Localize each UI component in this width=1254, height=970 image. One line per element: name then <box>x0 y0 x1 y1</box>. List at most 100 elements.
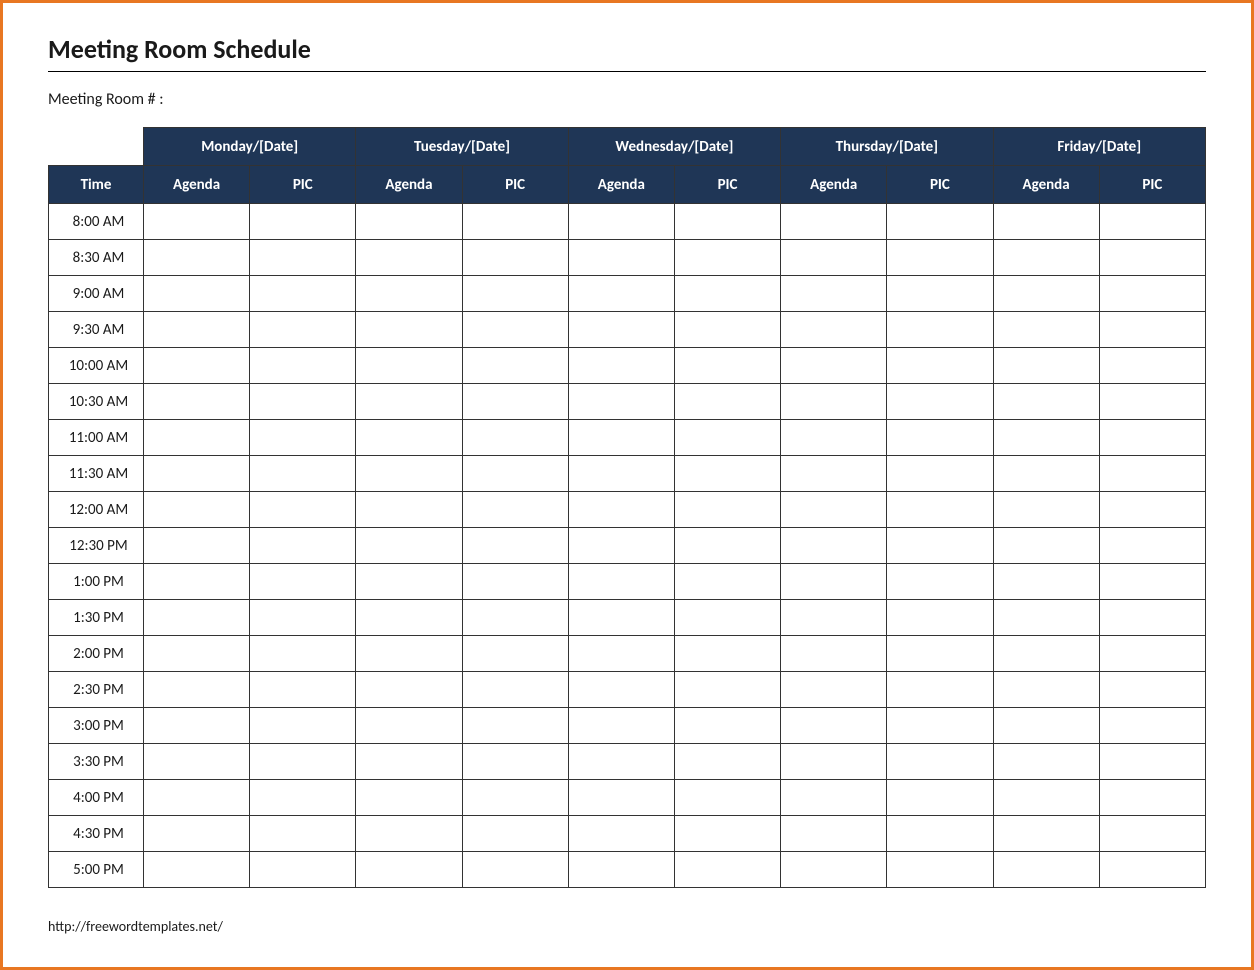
agenda-cell[interactable] <box>993 492 1099 528</box>
agenda-cell[interactable] <box>568 744 674 780</box>
agenda-cell[interactable] <box>993 852 1099 888</box>
agenda-cell[interactable] <box>781 708 887 744</box>
agenda-cell[interactable] <box>568 312 674 348</box>
pic-cell[interactable] <box>250 456 356 492</box>
agenda-cell[interactable] <box>356 780 462 816</box>
agenda-cell[interactable] <box>993 384 1099 420</box>
pic-cell[interactable] <box>1099 348 1205 384</box>
agenda-cell[interactable] <box>781 420 887 456</box>
agenda-cell[interactable] <box>144 852 250 888</box>
pic-cell[interactable] <box>1099 708 1205 744</box>
pic-cell[interactable] <box>462 384 568 420</box>
pic-cell[interactable] <box>462 204 568 240</box>
pic-cell[interactable] <box>1099 240 1205 276</box>
pic-cell[interactable] <box>887 276 993 312</box>
agenda-cell[interactable] <box>356 312 462 348</box>
pic-cell[interactable] <box>674 312 780 348</box>
agenda-cell[interactable] <box>993 456 1099 492</box>
agenda-cell[interactable] <box>356 384 462 420</box>
pic-cell[interactable] <box>887 708 993 744</box>
pic-cell[interactable] <box>1099 492 1205 528</box>
agenda-cell[interactable] <box>568 492 674 528</box>
agenda-cell[interactable] <box>568 240 674 276</box>
agenda-cell[interactable] <box>144 348 250 384</box>
pic-cell[interactable] <box>674 816 780 852</box>
agenda-cell[interactable] <box>568 276 674 312</box>
agenda-cell[interactable] <box>144 636 250 672</box>
pic-cell[interactable] <box>462 600 568 636</box>
agenda-cell[interactable] <box>993 708 1099 744</box>
agenda-cell[interactable] <box>781 276 887 312</box>
pic-cell[interactable] <box>250 276 356 312</box>
agenda-cell[interactable] <box>356 636 462 672</box>
pic-cell[interactable] <box>1099 384 1205 420</box>
pic-cell[interactable] <box>887 348 993 384</box>
pic-cell[interactable] <box>887 600 993 636</box>
agenda-cell[interactable] <box>144 708 250 744</box>
agenda-cell[interactable] <box>144 456 250 492</box>
agenda-cell[interactable] <box>356 348 462 384</box>
pic-cell[interactable] <box>674 600 780 636</box>
pic-cell[interactable] <box>887 204 993 240</box>
pic-cell[interactable] <box>674 672 780 708</box>
pic-cell[interactable] <box>462 348 568 384</box>
pic-cell[interactable] <box>1099 312 1205 348</box>
agenda-cell[interactable] <box>568 204 674 240</box>
pic-cell[interactable] <box>674 384 780 420</box>
pic-cell[interactable] <box>674 420 780 456</box>
agenda-cell[interactable] <box>568 348 674 384</box>
agenda-cell[interactable] <box>568 636 674 672</box>
pic-cell[interactable] <box>250 240 356 276</box>
pic-cell[interactable] <box>674 636 780 672</box>
pic-cell[interactable] <box>674 564 780 600</box>
agenda-cell[interactable] <box>993 672 1099 708</box>
pic-cell[interactable] <box>887 420 993 456</box>
pic-cell[interactable] <box>250 312 356 348</box>
pic-cell[interactable] <box>887 384 993 420</box>
agenda-cell[interactable] <box>356 456 462 492</box>
pic-cell[interactable] <box>887 492 993 528</box>
agenda-cell[interactable] <box>356 528 462 564</box>
agenda-cell[interactable] <box>568 600 674 636</box>
pic-cell[interactable] <box>674 204 780 240</box>
agenda-cell[interactable] <box>781 564 887 600</box>
pic-cell[interactable] <box>1099 600 1205 636</box>
pic-cell[interactable] <box>1099 420 1205 456</box>
pic-cell[interactable] <box>250 528 356 564</box>
agenda-cell[interactable] <box>781 852 887 888</box>
agenda-cell[interactable] <box>993 204 1099 240</box>
pic-cell[interactable] <box>674 852 780 888</box>
agenda-cell[interactable] <box>781 312 887 348</box>
pic-cell[interactable] <box>674 276 780 312</box>
pic-cell[interactable] <box>462 744 568 780</box>
agenda-cell[interactable] <box>993 744 1099 780</box>
agenda-cell[interactable] <box>568 528 674 564</box>
pic-cell[interactable] <box>462 456 568 492</box>
pic-cell[interactable] <box>887 312 993 348</box>
pic-cell[interactable] <box>250 636 356 672</box>
pic-cell[interactable] <box>462 816 568 852</box>
agenda-cell[interactable] <box>781 384 887 420</box>
pic-cell[interactable] <box>674 348 780 384</box>
pic-cell[interactable] <box>887 240 993 276</box>
pic-cell[interactable] <box>462 492 568 528</box>
pic-cell[interactable] <box>250 348 356 384</box>
pic-cell[interactable] <box>462 636 568 672</box>
pic-cell[interactable] <box>250 852 356 888</box>
agenda-cell[interactable] <box>568 564 674 600</box>
agenda-cell[interactable] <box>568 456 674 492</box>
agenda-cell[interactable] <box>144 312 250 348</box>
agenda-cell[interactable] <box>144 204 250 240</box>
agenda-cell[interactable] <box>781 816 887 852</box>
pic-cell[interactable] <box>887 456 993 492</box>
agenda-cell[interactable] <box>356 276 462 312</box>
agenda-cell[interactable] <box>781 204 887 240</box>
pic-cell[interactable] <box>1099 276 1205 312</box>
agenda-cell[interactable] <box>144 816 250 852</box>
pic-cell[interactable] <box>1099 204 1205 240</box>
pic-cell[interactable] <box>887 672 993 708</box>
pic-cell[interactable] <box>1099 528 1205 564</box>
agenda-cell[interactable] <box>781 780 887 816</box>
agenda-cell[interactable] <box>144 780 250 816</box>
pic-cell[interactable] <box>1099 744 1205 780</box>
